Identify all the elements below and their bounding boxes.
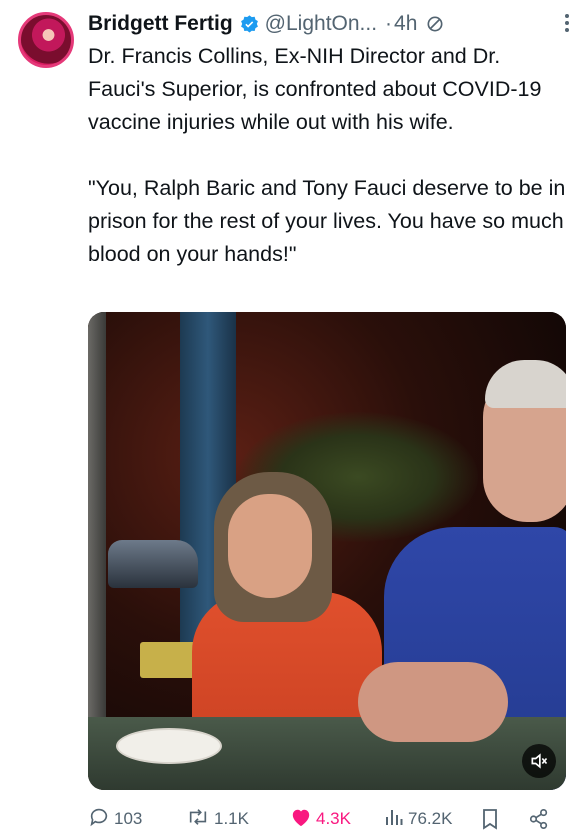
like-button[interactable]: 4.3K bbox=[290, 804, 351, 834]
tweet-header: Bridgett Fertig @LightOn... · 4h bbox=[88, 8, 568, 40]
author-handle[interactable]: @LightOn... bbox=[265, 12, 377, 36]
views-icon bbox=[384, 807, 404, 832]
verified-badge-icon bbox=[239, 14, 260, 35]
video-man-arms bbox=[358, 662, 508, 742]
views-button[interactable]: 76.2K bbox=[384, 804, 452, 834]
header-separator: · bbox=[385, 12, 393, 35]
video-plate bbox=[116, 728, 222, 764]
repost-count: 1.1K bbox=[214, 809, 249, 828]
like-count: 4.3K bbox=[316, 809, 351, 828]
repost-button[interactable]: 1.1K bbox=[186, 804, 249, 834]
bookmark-icon[interactable] bbox=[480, 804, 500, 834]
reply-icon bbox=[88, 806, 110, 833]
repost-icon bbox=[186, 806, 210, 833]
tweet-paragraph-2: "You, Ralph Baric and Tony Fauci deserve… bbox=[88, 176, 566, 266]
reply-button[interactable]: 103 bbox=[88, 804, 142, 834]
views-count: 76.2K bbox=[408, 809, 453, 828]
mute-icon[interactable] bbox=[522, 744, 556, 778]
video-woman-face bbox=[228, 494, 312, 598]
avatar[interactable] bbox=[18, 12, 74, 68]
edited-icon bbox=[425, 14, 445, 34]
tweet[interactable]: Bridgett Fertig @LightOn... · 4h Dr. Fra… bbox=[0, 0, 584, 840]
tweet-text: Dr. Francis Collins, Ex-NIH Director and… bbox=[88, 40, 566, 271]
more-icon[interactable] bbox=[554, 10, 580, 36]
tweet-paragraph-1: Dr. Francis Collins, Ex-NIH Director and… bbox=[88, 44, 542, 134]
heart-icon bbox=[290, 807, 312, 832]
video-player[interactable] bbox=[88, 312, 566, 790]
tweet-timestamp[interactable]: 4h bbox=[394, 12, 417, 36]
video-car bbox=[108, 540, 198, 588]
author-display-name[interactable]: Bridgett Fertig bbox=[88, 12, 233, 36]
reply-count: 103 bbox=[114, 809, 143, 828]
action-bar: 103 1.1K 4.3K 76.2K bbox=[88, 804, 566, 834]
share-icon[interactable] bbox=[528, 804, 550, 834]
